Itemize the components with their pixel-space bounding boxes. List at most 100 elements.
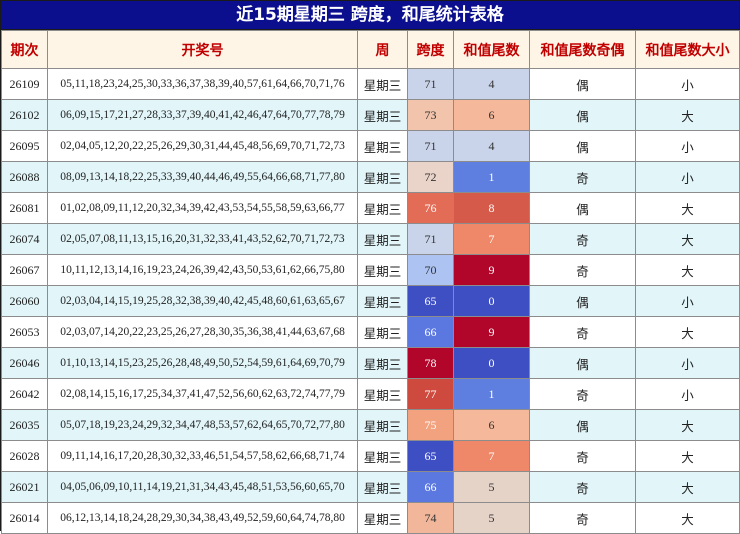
period-cell: 26109 [1, 68, 48, 100]
numbers-cell: 06,12,13,14,18,24,28,29,30,34,38,43,49,5… [47, 502, 358, 534]
odd-even-cell: 偶 [529, 99, 636, 131]
numbers-cell: 04,05,06,09,10,11,14,19,21,31,34,43,45,4… [47, 471, 358, 503]
numbers-cell: 06,09,15,17,21,27,28,33,37,39,40,41,42,4… [47, 99, 358, 131]
table-row: 26074 02,05,07,08,11,13,15,16,20,31,32,33… [1, 223, 740, 255]
week-cell: 星期三 [357, 347, 408, 379]
numbers-cell: 01,02,08,09,11,12,20,32,34,39,42,43,53,5… [47, 192, 358, 224]
odd-even-cell: 偶 [529, 409, 636, 441]
size-cell: 小 [635, 378, 740, 410]
period-cell: 26014 [1, 502, 48, 534]
header-tail: 和值尾数 [453, 30, 530, 69]
week-cell: 星期三 [357, 316, 408, 348]
week-cell: 星期三 [357, 223, 408, 255]
week-cell: 星期三 [357, 130, 408, 162]
size-cell: 小 [635, 68, 740, 100]
table-row: 26060 02,03,04,14,15,19,25,28,32,38,39,40… [1, 285, 740, 317]
span-cell: 71 [407, 68, 454, 100]
stats-table: 期次 开奖号 周 跨度 和值尾数 和值尾数奇偶 和值尾数大小 26109 05,1… [1, 30, 740, 534]
period-cell: 26067 [1, 254, 48, 286]
table-title: 近15期星期三 跨度，和尾统计表格 [1, 1, 739, 30]
span-cell: 71 [407, 130, 454, 162]
period-cell: 26081 [1, 192, 48, 224]
tail-cell: 5 [453, 471, 530, 503]
numbers-cell: 05,11,18,23,24,25,30,33,36,37,38,39,40,5… [47, 68, 358, 100]
span-cell: 76 [407, 192, 454, 224]
span-cell: 71 [407, 223, 454, 255]
period-cell: 26060 [1, 285, 48, 317]
odd-even-cell: 偶 [529, 130, 636, 162]
stats-panel: 近15期星期三 跨度，和尾统计表格 期次 开奖号 周 跨度 和值尾数 和值尾数奇… [0, 0, 740, 534]
header-week: 周 [357, 30, 408, 69]
period-cell: 26095 [1, 130, 48, 162]
odd-even-cell: 奇 [529, 378, 636, 410]
tail-cell: 6 [453, 99, 530, 131]
numbers-cell: 02,04,05,12,20,22,25,26,29,30,31,44,45,4… [47, 130, 358, 162]
size-cell: 小 [635, 285, 740, 317]
header-row: 期次 开奖号 周 跨度 和值尾数 和值尾数奇偶 和值尾数大小 [1, 30, 740, 69]
odd-even-cell: 奇 [529, 471, 636, 503]
size-cell: 小 [635, 161, 740, 193]
size-cell: 大 [635, 409, 740, 441]
odd-even-cell: 奇 [529, 161, 636, 193]
period-cell: 26053 [1, 316, 48, 348]
span-cell: 72 [407, 161, 454, 193]
header-span: 跨度 [407, 30, 454, 69]
tail-cell: 7 [453, 440, 530, 472]
table-row: 26028 09,11,14,16,17,20,28,30,32,33,46,51… [1, 440, 740, 472]
table-row: 26046 01,10,13,14,15,23,25,26,28,48,49,50… [1, 347, 740, 379]
header-size: 和值尾数大小 [635, 30, 740, 69]
odd-even-cell: 偶 [529, 285, 636, 317]
tail-cell: 1 [453, 161, 530, 193]
span-cell: 65 [407, 440, 454, 472]
odd-even-cell: 奇 [529, 316, 636, 348]
span-cell: 73 [407, 99, 454, 131]
table-body: 26109 05,11,18,23,24,25,30,33,36,37,38,39… [1, 68, 740, 534]
size-cell: 小 [635, 347, 740, 379]
tail-cell: 6 [453, 409, 530, 441]
span-cell: 74 [407, 502, 454, 534]
tail-cell: 5 [453, 502, 530, 534]
header-period: 期次 [1, 30, 48, 69]
week-cell: 星期三 [357, 502, 408, 534]
table-row: 26053 02,03,07,14,20,22,23,25,26,27,28,30… [1, 316, 740, 348]
table-row: 26014 06,12,13,14,18,24,28,29,30,34,38,43… [1, 502, 740, 534]
numbers-cell: 09,11,14,16,17,20,28,30,32,33,46,51,54,5… [47, 440, 358, 472]
period-cell: 26102 [1, 99, 48, 131]
numbers-cell: 02,05,07,08,11,13,15,16,20,31,32,33,41,4… [47, 223, 358, 255]
size-cell: 大 [635, 471, 740, 503]
size-cell: 大 [635, 99, 740, 131]
period-cell: 26046 [1, 347, 48, 379]
span-cell: 70 [407, 254, 454, 286]
period-cell: 26035 [1, 409, 48, 441]
table-row: 26088 08,09,13,14,18,22,25,33,39,40,44,46… [1, 161, 740, 193]
table-row: 26109 05,11,18,23,24,25,30,33,36,37,38,39… [1, 68, 740, 100]
period-cell: 26088 [1, 161, 48, 193]
numbers-cell: 02,03,07,14,20,22,23,25,26,27,28,30,35,3… [47, 316, 358, 348]
period-cell: 26074 [1, 223, 48, 255]
table-row: 26042 02,08,14,15,16,17,25,34,37,41,47,52… [1, 378, 740, 410]
numbers-cell: 02,08,14,15,16,17,25,34,37,41,47,52,56,6… [47, 378, 358, 410]
tail-cell: 0 [453, 285, 530, 317]
size-cell: 大 [635, 502, 740, 534]
table-row: 26021 04,05,06,09,10,11,14,19,21,31,34,43… [1, 471, 740, 503]
span-cell: 77 [407, 378, 454, 410]
size-cell: 大 [635, 254, 740, 286]
span-cell: 65 [407, 285, 454, 317]
tail-cell: 9 [453, 254, 530, 286]
week-cell: 星期三 [357, 254, 408, 286]
period-cell: 26021 [1, 471, 48, 503]
header-odd-even: 和值尾数奇偶 [529, 30, 636, 69]
week-cell: 星期三 [357, 471, 408, 503]
tail-cell: 4 [453, 130, 530, 162]
span-cell: 78 [407, 347, 454, 379]
odd-even-cell: 偶 [529, 347, 636, 379]
week-cell: 星期三 [357, 440, 408, 472]
size-cell: 小 [635, 130, 740, 162]
week-cell: 星期三 [357, 161, 408, 193]
period-cell: 26028 [1, 440, 48, 472]
table-row: 26035 05,07,18,19,23,24,29,32,34,47,48,53… [1, 409, 740, 441]
table-row: 26067 10,11,12,13,14,16,19,23,24,26,39,42… [1, 254, 740, 286]
numbers-cell: 08,09,13,14,18,22,25,33,39,40,44,46,49,5… [47, 161, 358, 193]
week-cell: 星期三 [357, 409, 408, 441]
span-cell: 66 [407, 471, 454, 503]
